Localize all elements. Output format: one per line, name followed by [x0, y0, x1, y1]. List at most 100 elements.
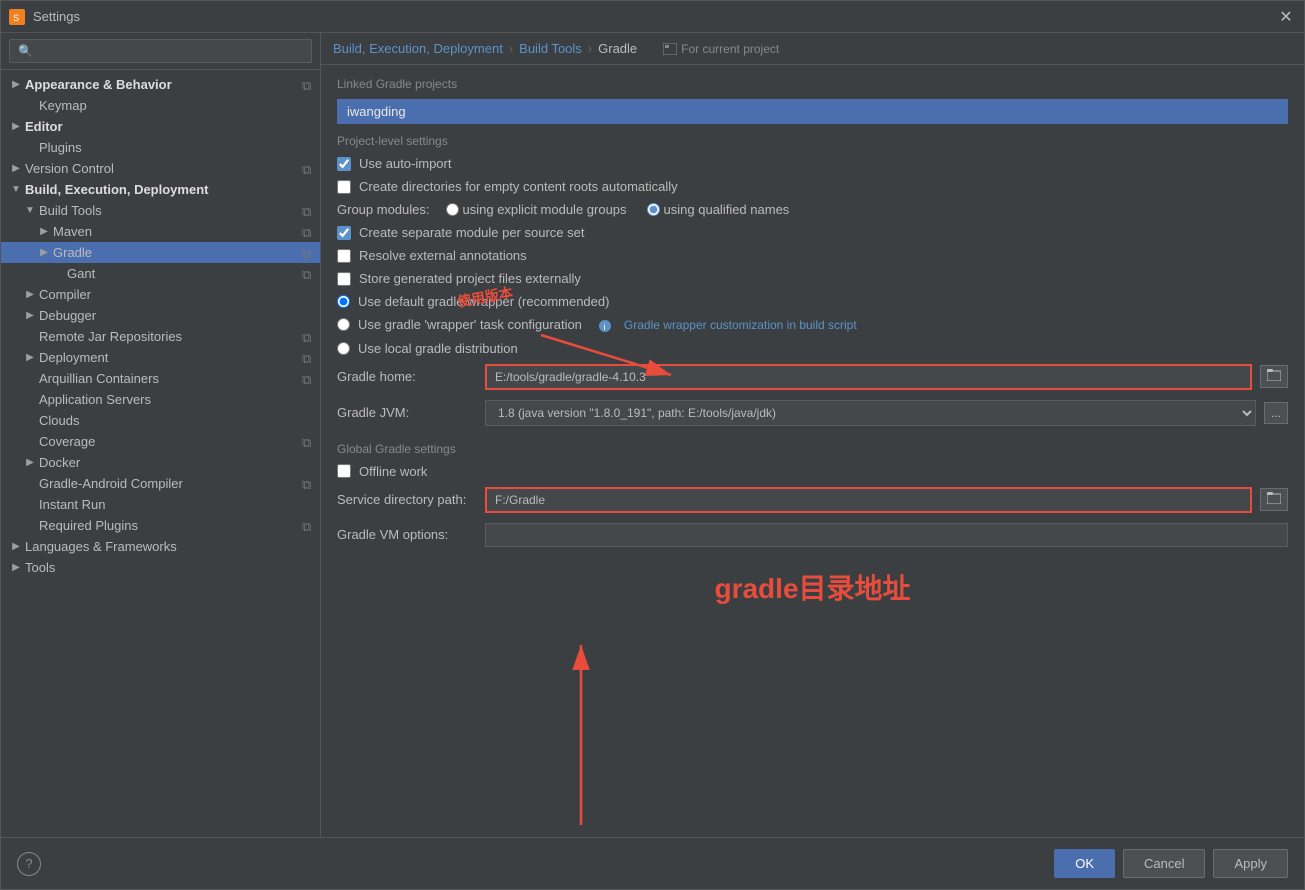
sidebar-item-gant[interactable]: Gant ⧉: [1, 263, 320, 284]
sidebar-item-tools[interactable]: ▶ Tools: [1, 557, 320, 578]
sidebar-item-label: Docker: [39, 455, 80, 470]
offline-work-checkbox[interactable]: [337, 464, 351, 478]
sidebar-item-label: Deployment: [39, 350, 108, 365]
annotation-area: 使用版本 gradle目录地址: [337, 567, 1288, 607]
global-gradle-title: Global Gradle settings: [337, 442, 1288, 456]
project-level-title: Project-level settings: [337, 134, 1288, 148]
sidebar-item-gradle-android[interactable]: Gradle-Android Compiler ⧉: [1, 473, 320, 494]
sidebar-item-remote-jar[interactable]: Remote Jar Repositories ⧉: [1, 326, 320, 347]
cancel-button[interactable]: Cancel: [1123, 849, 1205, 878]
gradle-home-browse-button[interactable]: [1260, 365, 1288, 388]
auto-import-checkbox[interactable]: [337, 157, 351, 171]
sidebar-item-languages[interactable]: ▶ Languages & Frameworks: [1, 536, 320, 557]
radio-explicit[interactable]: [446, 203, 459, 216]
panel-scroll-container: Linked Gradle projects iwangding Project…: [321, 65, 1304, 837]
sidebar-item-arquillian[interactable]: Arquillian Containers ⧉: [1, 368, 320, 389]
sidebar-item-version-control[interactable]: ▶ Version Control ⧉: [1, 158, 320, 179]
copy-icon: ⧉: [302, 435, 316, 449]
store-generated-checkbox[interactable]: [337, 272, 351, 286]
sidebar-item-docker[interactable]: ▶ Docker: [1, 452, 320, 473]
sidebar-item-label: Tools: [25, 560, 55, 575]
search-box: [1, 33, 320, 70]
separate-module-checkbox[interactable]: [337, 226, 351, 240]
copy-icon: ⧉: [302, 372, 316, 386]
close-button[interactable]: ✕: [1276, 7, 1296, 27]
search-input[interactable]: [9, 39, 312, 63]
apply-button[interactable]: Apply: [1213, 849, 1288, 878]
copy-icon: ⧉: [302, 477, 316, 491]
sidebar-item-gradle[interactable]: ▶ Gradle ⧉: [1, 242, 320, 263]
sidebar-item-appearance[interactable]: ▶ Appearance & Behavior ⧉: [1, 74, 320, 95]
ok-button[interactable]: OK: [1054, 849, 1115, 878]
service-dir-label: Service directory path:: [337, 492, 477, 507]
create-dirs-checkbox[interactable]: [337, 180, 351, 194]
wrapper-info-label: Gradle wrapper customization in build sc…: [624, 318, 857, 332]
radio-wrapper-recommended[interactable]: [337, 295, 350, 308]
arrow-icon: ▶: [9, 561, 23, 575]
sidebar-item-app-servers[interactable]: Application Servers: [1, 389, 320, 410]
arrow-icon: ▶: [23, 456, 37, 470]
arrow-icon: ▶: [37, 225, 51, 239]
sidebar-item-maven[interactable]: ▶ Maven ⧉: [1, 221, 320, 242]
group-modules-row: Group modules: using explicit module gro…: [337, 202, 1288, 217]
radio-local-gradle[interactable]: [337, 342, 350, 355]
radio-wrapper-task[interactable]: [337, 318, 350, 331]
radio-qualified[interactable]: [647, 203, 660, 216]
help-button[interactable]: ?: [17, 852, 41, 876]
local-gradle-row: Use local gradle distribution: [337, 341, 1288, 356]
sidebar-item-label: Version Control: [25, 161, 114, 176]
create-dirs-label: Create directories for empty content roo…: [359, 179, 678, 194]
gradle-home-label: Gradle home:: [337, 369, 477, 384]
sidebar-item-plugins[interactable]: Plugins: [1, 137, 320, 158]
gradle-home-input[interactable]: [485, 364, 1252, 390]
sidebar-item-required-plugins[interactable]: Required Plugins ⧉: [1, 515, 320, 536]
gradle-vm-input[interactable]: [485, 523, 1288, 547]
store-generated-label: Store generated project files externally: [359, 271, 581, 286]
linked-projects-title: Linked Gradle projects: [337, 77, 1288, 91]
sidebar-item-compiler[interactable]: ▶ Compiler: [1, 284, 320, 305]
right-panel: Build, Execution, Deployment › Build Too…: [321, 33, 1304, 837]
separate-module-row: Create separate module per source set: [337, 225, 1288, 240]
sidebar-item-label: Instant Run: [39, 497, 106, 512]
sidebar-item-debugger[interactable]: ▶ Debugger: [1, 305, 320, 326]
copy-icon: ⧉: [302, 225, 316, 239]
breadcrumb-sep-1: ›: [509, 41, 513, 56]
arrow-spacer: [23, 435, 37, 449]
breadcrumb-item-2[interactable]: Build Tools: [519, 41, 582, 56]
breadcrumb-item-1[interactable]: Build, Execution, Deployment: [333, 41, 503, 56]
arrow-icon: ▶: [23, 309, 37, 323]
sidebar-item-instant-run[interactable]: Instant Run: [1, 494, 320, 515]
radio-wrapper-task-label: Use gradle 'wrapper' task configuration: [358, 317, 582, 332]
sidebar-item-label: Clouds: [39, 413, 79, 428]
arrow-icon: ▶: [9, 162, 23, 176]
gradle-jvm-select[interactable]: 1.8 (java version "1.8.0_191", path: E:/…: [485, 400, 1256, 426]
store-generated-row: Store generated project files externally: [337, 271, 1288, 286]
sidebar-item-coverage[interactable]: Coverage ⧉: [1, 431, 320, 452]
bottom-right: OK Cancel Apply: [1054, 849, 1288, 878]
offline-work-label: Offline work: [359, 464, 427, 479]
sidebar-item-label: Editor: [25, 119, 63, 134]
sidebar-item-clouds[interactable]: Clouds: [1, 410, 320, 431]
linked-project-item[interactable]: iwangding: [337, 99, 1288, 124]
resolve-annotations-checkbox[interactable]: [337, 249, 351, 263]
offline-work-row: Offline work: [337, 464, 1288, 479]
sidebar-item-keymap[interactable]: Keymap: [1, 95, 320, 116]
sidebar-item-label: Build, Execution, Deployment: [25, 182, 208, 197]
arrow-icon: ▼: [23, 204, 37, 218]
resolve-annotations-label: Resolve external annotations: [359, 248, 527, 263]
gradle-jvm-more-button[interactable]: ...: [1264, 402, 1288, 424]
service-dir-browse-button[interactable]: [1260, 488, 1288, 511]
sidebar-item-build-tools[interactable]: ▼ Build Tools ⧉: [1, 200, 320, 221]
service-dir-input[interactable]: [485, 487, 1252, 513]
sidebar-item-label: Arquillian Containers: [39, 371, 159, 386]
sidebar-item-label: Languages & Frameworks: [25, 539, 177, 554]
sidebar-item-editor[interactable]: ▶ Editor: [1, 116, 320, 137]
sidebar: ▶ Appearance & Behavior ⧉ Keymap ▶ Edito…: [1, 33, 321, 837]
arrow-icon: ▶: [23, 351, 37, 365]
auto-import-row: Use auto-import: [337, 156, 1288, 171]
auto-import-label: Use auto-import: [359, 156, 451, 171]
sidebar-item-deployment[interactable]: ▶ Deployment ⧉: [1, 347, 320, 368]
sidebar-item-label: Keymap: [39, 98, 87, 113]
radio-explicit-label: using explicit module groups: [463, 202, 627, 217]
sidebar-item-build-exec[interactable]: ▼ Build, Execution, Deployment: [1, 179, 320, 200]
